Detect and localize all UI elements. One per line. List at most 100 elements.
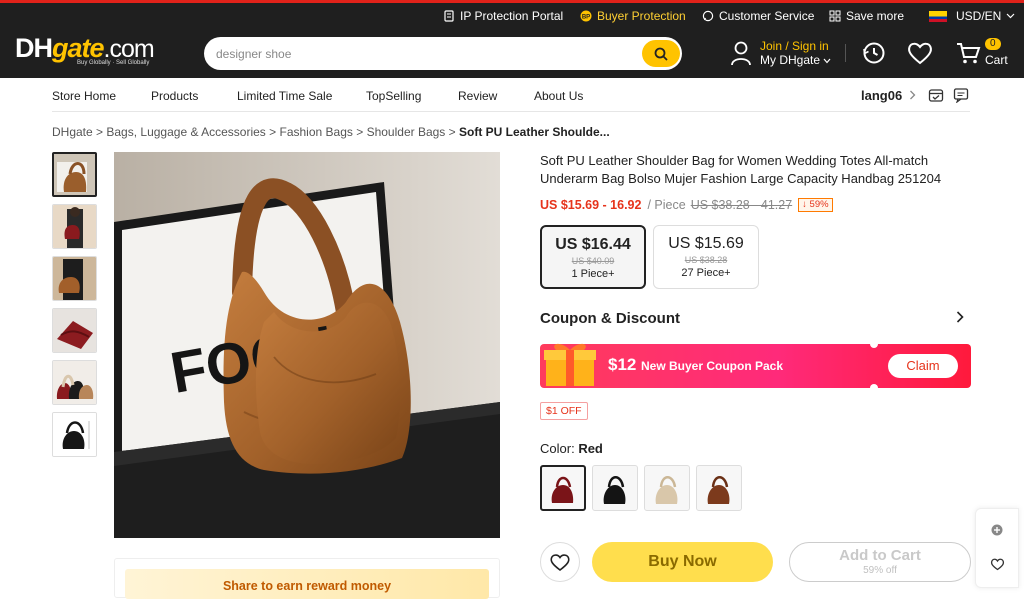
ip-protection-link[interactable]: IP Protection Portal (443, 9, 563, 23)
flag-icon (929, 10, 947, 22)
breadcrumb-item-bags[interactable]: Bags, Luggage & Accessories (106, 125, 265, 139)
model-brown-bag-image (53, 257, 96, 300)
cart-label[interactable]: Cart (985, 53, 1008, 67)
customer-service-link[interactable]: Customer Service (702, 9, 814, 23)
red-bag-swatch-image (551, 476, 574, 503)
nav-products[interactable]: Products (151, 89, 198, 103)
logo-dh: DH (15, 33, 53, 63)
model-red-bag-image (53, 205, 96, 248)
join-signin-label: Join / Sign in (760, 39, 829, 53)
ip-protection-label: IP Protection Portal (460, 9, 564, 23)
breadcrumb-item-dhgate[interactable]: DHgate (52, 125, 93, 139)
coupon-amount: $12 (608, 355, 637, 374)
customer-service-label: Customer Service (719, 9, 815, 23)
off-badge[interactable]: $1 OFF (540, 402, 588, 420)
logo-com: .com (103, 35, 155, 63)
floating-side-panel (975, 508, 1019, 588)
store-nav: Store Home Products Limited Time Sale To… (0, 78, 1024, 112)
claim-button[interactable]: Claim (888, 354, 958, 378)
coupon-banner: $12 New Buyer Coupon Pack Claim (540, 340, 971, 392)
nav-review[interactable]: Review (458, 89, 497, 103)
heart-icon (550, 554, 570, 572)
save-more-label: Save more (846, 9, 905, 23)
document-icon (444, 10, 454, 22)
history-button[interactable] (861, 40, 887, 71)
store-follow-icon[interactable] (928, 87, 944, 103)
color-label: Color: Red (540, 441, 603, 456)
red-bag-flat-image (53, 309, 96, 352)
main-header: DHgate.com Buy Globally · Sell Globally … (0, 28, 1024, 78)
breadcrumb-item-shoulder-bags[interactable]: Shoulder Bags (367, 125, 446, 139)
message-icon[interactable] (953, 87, 969, 103)
add-to-cart-sublabel: 59% off (863, 565, 897, 576)
breadcrumb-item-fashion-bags[interactable]: Fashion Bags (280, 125, 353, 139)
coupon-section-header[interactable]: Coupon & Discount (540, 310, 970, 330)
account-menu[interactable]: Join / Sign in My DHgate (730, 39, 831, 67)
add-to-cart-button[interactable]: Add to Cart 59% off (789, 542, 971, 582)
color-variants-image (53, 361, 96, 404)
chevron-down-icon (1006, 13, 1015, 19)
nav-topselling[interactable]: TopSelling (366, 89, 421, 103)
heart-icon (908, 42, 932, 65)
currency-selector[interactable]: USD/EN (929, 9, 1015, 23)
tier-quantity: 27 Piece+ (681, 267, 731, 279)
nav-divider (52, 111, 970, 112)
svg-text:BP: BP (582, 14, 590, 20)
price-tier-1[interactable]: US $16.44 US $40.09 1 Piece+ (540, 225, 646, 289)
thumbnail-6[interactable] (52, 412, 97, 457)
store-name: lang06 (861, 88, 903, 103)
share-reward-panel: Share to earn reward money (114, 558, 500, 599)
dhgate-logo[interactable]: DHgate.com Buy Globally · Sell Globally (15, 33, 155, 66)
tier-old-price: US $38.28 (684, 255, 728, 265)
price-range: US $15.69 - 16.92 (540, 198, 642, 212)
buy-now-button[interactable]: Buy Now (592, 542, 773, 582)
my-dhgate-label: My DHgate (760, 53, 821, 67)
store-name-link[interactable]: lang06 (861, 88, 916, 103)
chat-bubble-icon (702, 10, 714, 22)
thumbnail-1[interactable] (52, 152, 97, 197)
color-swatch-black[interactable] (592, 465, 638, 511)
user-icon (731, 41, 751, 66)
coupon-heading: Coupon & Discount (540, 310, 680, 327)
black-bag-swatch-image (603, 476, 626, 504)
color-swatch-beige[interactable] (644, 465, 690, 511)
product-title: Soft PU Leather Shoulder Bag for Women W… (540, 153, 942, 186)
share-reward-button[interactable]: Share to earn reward money (125, 569, 489, 599)
top-utility-bar: IP Protection Portal BP Buyer Protection… (0, 0, 1024, 28)
color-swatch-brown[interactable] (696, 465, 742, 511)
nav-limited-time-sale[interactable]: Limited Time Sale (237, 89, 332, 103)
search-button[interactable] (642, 40, 680, 67)
coupon-notch (870, 384, 878, 392)
buyer-protection-link[interactable]: BP Buyer Protection (580, 9, 686, 23)
cart-button[interactable] (955, 40, 981, 71)
beige-bag-swatch-image (655, 476, 678, 504)
product-photo: FOCUS (114, 152, 500, 538)
tier-price: US $16.44 (555, 236, 631, 253)
shield-icon: BP (580, 10, 592, 22)
nav-about-us[interactable]: About Us (534, 89, 583, 103)
thumbnail-5[interactable] (52, 360, 97, 405)
nav-store-home[interactable]: Store Home (52, 89, 116, 103)
gift-box-icon (544, 343, 596, 386)
search-bar (204, 37, 682, 70)
bag-thumbnail-image (54, 154, 95, 195)
thumbnail-4[interactable] (52, 308, 97, 353)
plus-circle-icon[interactable] (991, 524, 1003, 536)
wishlist-button[interactable] (906, 40, 934, 71)
heart-icon[interactable] (990, 557, 1005, 571)
search-input[interactable] (216, 44, 636, 64)
add-to-wishlist-button[interactable] (540, 542, 580, 582)
thumbnail-2[interactable] (52, 204, 97, 249)
chevron-down-icon (823, 58, 831, 64)
main-product-image[interactable]: FOCUS (114, 152, 500, 538)
price-unit: / Piece (647, 198, 686, 212)
price-tier-2[interactable]: US $15.69 US $38.28 27 Piece+ (653, 225, 759, 289)
save-more-link[interactable]: Save more (829, 9, 904, 23)
thumbnail-3[interactable] (52, 256, 97, 301)
cart-count-badge: 0 (985, 38, 1001, 50)
chevron-right-icon (956, 311, 964, 323)
grid-icon (829, 10, 841, 22)
logo-tagline: Buy Globally · Sell Globally (77, 60, 150, 66)
color-swatch-red[interactable] (540, 465, 586, 511)
chevron-right-icon (909, 90, 916, 100)
